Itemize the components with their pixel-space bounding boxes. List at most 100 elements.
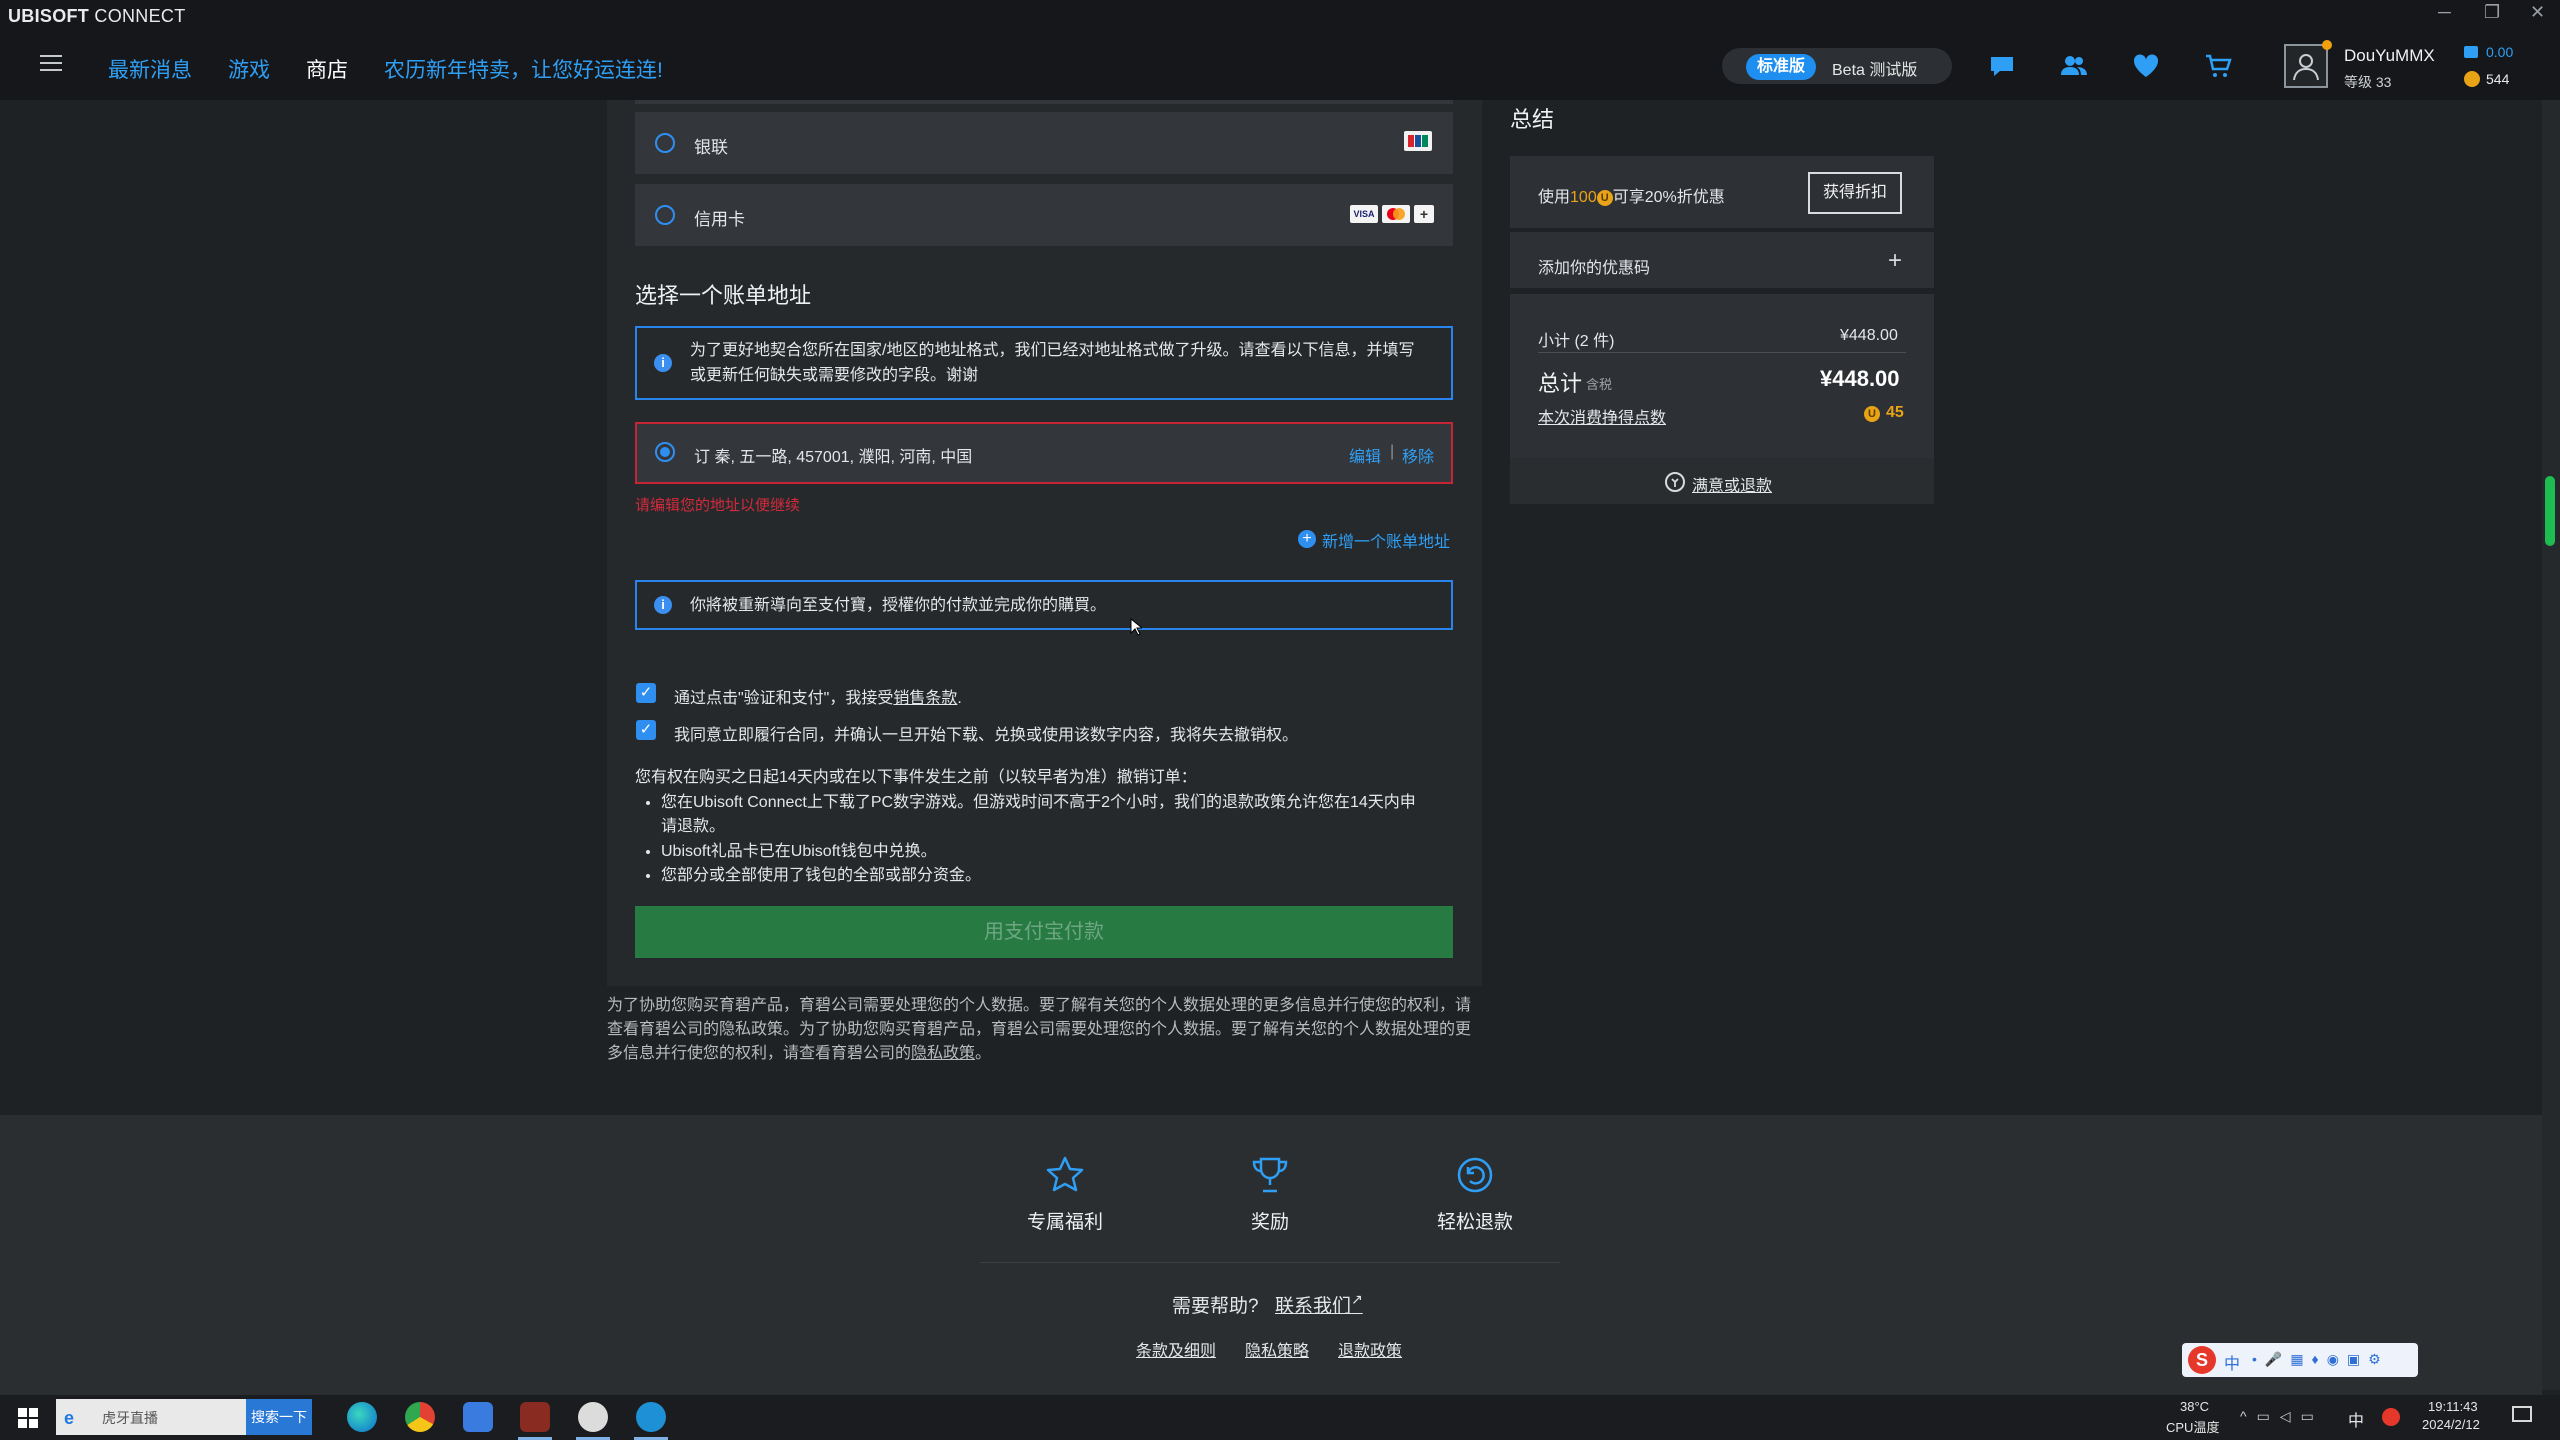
minimize-button[interactable]: ─ [2438,2,2451,23]
window-title-bar [0,0,2560,32]
info-icon: i [654,596,672,614]
friends-icon[interactable] [2060,52,2088,80]
privacy-policy-link[interactable]: 隐私政策 [911,1045,975,1062]
avatar[interactable] [2284,44,2328,88]
add-billing-address-link[interactable]: 新增一个账单地址 [1322,528,1450,552]
refund-policy-link[interactable]: 退款政策 [1338,1337,1402,1361]
tray-sogou-icon[interactable] [2382,1408,2400,1426]
menu-icon[interactable] [40,55,62,71]
sogou-ime-icon: S [2188,1346,2216,1374]
sales-terms-link[interactable]: 销售条款 [893,690,957,707]
billing-section-title: 选择一个账单地址 [635,283,812,308]
subtotal-label: 小计 (2 件) [1538,333,1615,350]
toggle-standard[interactable]: 标准版 [1746,54,1816,80]
rights-bullet: Ubisoft礼品卡已在Ubisoft钱包中兑换。 [661,840,1455,865]
notification-dot [2322,40,2332,50]
more-cards-icon: + [1414,205,1434,223]
nav-games[interactable]: 游戏 [228,54,270,84]
privacy-notice: 为了协助您购买育碧产品，育碧公司需要处理您的个人数据。要了解有关您的个人数据处理… [607,997,1472,1062]
edge-browser-icon[interactable] [347,1402,377,1432]
payment-option-creditcard[interactable] [635,184,1453,246]
app-brand: UBISOFT CONNECT [8,6,186,26]
nav-news[interactable]: 最新消息 [108,54,192,84]
obs-app-icon[interactable] [578,1402,608,1432]
coin-icon [2464,71,2480,87]
easy-refund-icon [1457,1157,1493,1193]
ubisoft-connect-taskbar-icon[interactable] [636,1402,666,1432]
wishlist-heart-icon[interactable] [2132,52,2160,80]
remove-address-link[interactable]: 移除 [1402,443,1434,467]
add-circle-icon[interactable]: + [1298,530,1316,548]
wallet-icon [2464,46,2478,58]
user-level: 等级 33 [2344,74,2392,90]
privacy-link[interactable]: 隐私策略 [1245,1337,1309,1361]
notice-text-line1: 为了更好地契合您所在国家/地区的地址格式，我们已经对地址格式做了升级。请查看以下… [690,342,1415,359]
messaging-app-icon[interactable] [463,1402,493,1432]
external-link-icon: ↗ [1351,1291,1363,1307]
summary-title: 总结 [1510,107,1555,132]
radio-billing-address[interactable] [655,442,675,462]
redirect-notice-text: 你將被重新導向至支付寶，授權你的付款並完成你的購買。 [690,597,1107,614]
earned-points-link[interactable]: 本次消费挣得点数 [1538,404,1666,428]
system-tray-icons[interactable]: ^▭◁▭ [2240,1408,2324,1425]
radio-unionpay[interactable] [655,133,675,153]
cpu-temperature-label: CPU温度 [2166,1420,2220,1435]
edit-address-link[interactable]: 编辑 [1349,443,1381,467]
payment-option-label: 信用卡 [694,210,745,229]
taskbar-search-text: 虎牙直播 [102,1410,158,1426]
rights-bullet: 您在Ubisoft Connect上下载了PC数字游戏。但游戏时间不高于2个小时… [661,791,1455,840]
chat-icon[interactable] [1988,52,2016,80]
clock-time[interactable]: 19:11:43 [2428,1399,2478,1414]
ime-toolbar[interactable]: S 中 •🎤▦♦◉▣⚙ [2182,1343,2418,1377]
cpu-temperature: 38°C [2180,1399,2210,1414]
contact-us-link[interactable]: 联系我们↗ [1275,1291,1363,1318]
visa-logo-icon: VISA [1350,205,1378,223]
unionpay-logo-icon [1404,131,1432,151]
total-label: 总计 [1538,371,1583,396]
trophy-icon [1252,1157,1288,1193]
scrollbar-thumb[interactable] [2545,476,2555,546]
cart-icon[interactable] [2204,52,2232,80]
scrollbar-track[interactable] [2542,100,2560,1390]
rights-bullet: 您部分或全部使用了钱包的全部或部分资金。 [661,864,1455,889]
user-icon [2293,54,2319,81]
plus-icon[interactable]: + [1888,247,1902,275]
notification-center-icon[interactable] [2512,1406,2532,1422]
toggle-beta[interactable]: Beta 测试版 [1832,56,1917,80]
taskbar-search-button[interactable]: 搜索一下 [246,1399,312,1435]
terms-checkbox[interactable]: ✓ [636,683,656,703]
withdrawal-checkbox[interactable]: ✓ [636,720,656,740]
get-discount-button[interactable]: 获得折扣 [1808,172,1902,214]
ie-icon: e [64,1408,75,1428]
earned-points-value: 45 [1886,404,1904,421]
restore-button[interactable]: ❐ [2484,2,2500,23]
game-app-icon[interactable] [520,1402,550,1432]
billing-address-text: 订 秦, 五一路, 457001, 濮阳, 河南, 中国 [694,449,973,466]
chrome-browser-icon[interactable] [405,1402,435,1432]
star-icon [1046,1156,1084,1192]
refund-icon [1665,472,1685,492]
mastercard-logo-icon [1382,205,1410,223]
terms-consent-text: 通过点击"验证和支付"，我接受销售条款. [674,690,962,707]
ime-language[interactable]: 中 [2224,1350,2240,1374]
tray-input-language[interactable]: 中 [2348,1407,2364,1431]
payment-option-unionpay[interactable] [635,112,1453,174]
close-button[interactable]: ✕ [2530,2,2545,23]
ime-tools-icons[interactable]: •🎤▦♦◉▣⚙ [2252,1351,2389,1368]
coin-balance: 544 [2486,71,2510,87]
windows-start-icon[interactable] [18,1408,38,1428]
add-promo-label: 添加你的优惠码 [1538,260,1651,277]
total-value: ¥448.00 [1820,366,1900,391]
perk-easy-refund: 轻松退款 [1436,1212,1513,1233]
nav-store[interactable]: 商店 [306,54,348,84]
panel-top-edge [635,100,1453,104]
nav-sale-banner[interactable]: 农历新年特卖，让您好运连连! [384,54,663,84]
payment-option-label: 银联 [694,138,728,157]
pay-with-alipay-button[interactable]: 用支付宝付款 [635,906,1453,958]
username[interactable]: DouYuMMX [2344,46,2435,66]
perk-rewards: 奖励 [1250,1212,1289,1233]
subtotal-value: ¥448.00 [1840,327,1898,344]
radio-creditcard[interactable] [655,205,675,225]
clock-date[interactable]: 2024/2/12 [2422,1417,2480,1432]
terms-link[interactable]: 条款及细则 [1136,1337,1216,1361]
